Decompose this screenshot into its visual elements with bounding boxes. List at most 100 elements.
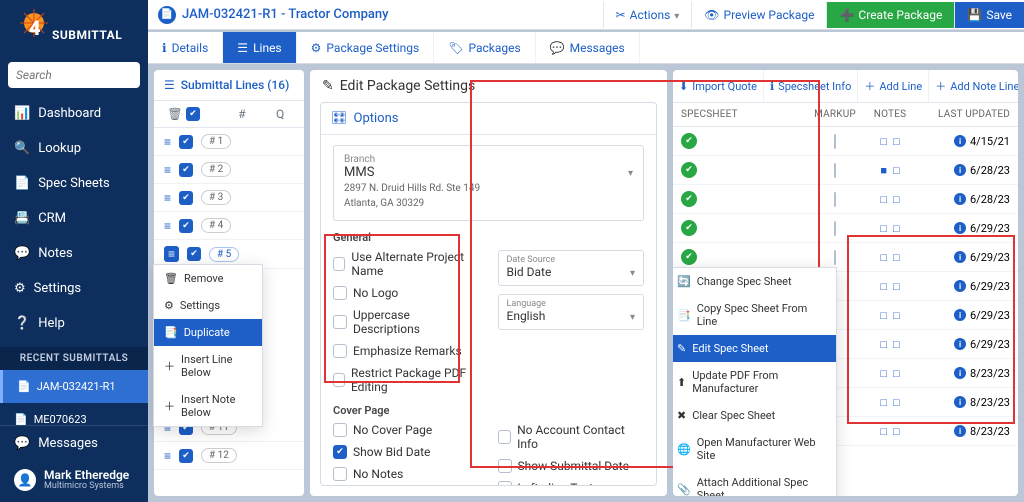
- table-row[interactable]: ✔□□i6/28/23: [673, 185, 1018, 214]
- spec-ctx-item[interactable]: 🌐Open Manufacturer Web Site: [673, 429, 836, 469]
- add-note-line-button[interactable]: ＋Add Note Line: [929, 70, 1018, 102]
- note-icon[interactable]: ■: [880, 164, 887, 177]
- tab-lines[interactable]: ☰Lines: [223, 32, 296, 63]
- spec-ctx-item[interactable]: ⬆Update PDF From Manufacturer: [673, 362, 836, 402]
- line-row[interactable]: ≡✔# 12: [154, 442, 304, 470]
- add-line-button[interactable]: ＋Add Line: [858, 70, 929, 102]
- nav-crm[interactable]: 📇CRM: [0, 201, 148, 236]
- row-checkbox[interactable]: ✔: [179, 135, 193, 149]
- info-icon[interactable]: i: [954, 135, 966, 147]
- ctx-duplicate[interactable]: 📑Duplicate: [154, 319, 262, 346]
- note-icon[interactable]: □: [880, 338, 887, 351]
- nav-messages[interactable]: 💬Messages: [0, 426, 148, 461]
- nav-dashboard[interactable]: 📊Dashboard: [0, 96, 148, 131]
- markup-checkbox[interactable]: [834, 250, 836, 265]
- info-icon[interactable]: i: [954, 425, 966, 437]
- note-icon[interactable]: □: [893, 280, 900, 293]
- select-all-checkbox[interactable]: ✔: [186, 107, 200, 121]
- tab-messages[interactable]: 💬Messages: [536, 32, 640, 63]
- row-checkbox[interactable]: ✔: [187, 247, 201, 261]
- note-icon[interactable]: □: [880, 222, 887, 235]
- note-icon[interactable]: □: [893, 135, 900, 148]
- note-icon[interactable]: □: [880, 425, 887, 438]
- nav-specsheets[interactable]: 📄Spec Sheets: [0, 166, 148, 201]
- tab-details[interactable]: ℹDetails: [148, 32, 223, 63]
- info-icon[interactable]: i: [954, 309, 966, 321]
- spec-ctx-item[interactable]: 🔄Change Spec Sheet: [673, 268, 836, 295]
- line-row[interactable]: ≡✔# 3: [154, 184, 304, 212]
- note-icon[interactable]: □: [893, 222, 900, 235]
- opt-show-bid-date[interactable]: ✔Show Bid Date: [333, 445, 480, 459]
- ctx-insert-line[interactable]: ＋Insert Line Below: [154, 346, 262, 386]
- table-row[interactable]: ✔□□i6/29/23: [673, 214, 1018, 243]
- row-checkbox[interactable]: ✔: [179, 219, 193, 233]
- markup-checkbox[interactable]: [834, 192, 836, 207]
- note-icon[interactable]: □: [893, 164, 900, 177]
- info-icon[interactable]: i: [954, 396, 966, 408]
- drag-icon[interactable]: ≡: [164, 135, 171, 149]
- import-quote-button[interactable]: ⬇Import Quote: [673, 70, 764, 102]
- trash-icon[interactable]: 🗑: [164, 107, 186, 121]
- markup-checkbox[interactable]: [834, 221, 836, 236]
- ctx-settings[interactable]: ⚙Settings: [154, 292, 262, 319]
- drag-icon[interactable]: ≡: [164, 449, 171, 463]
- opt-alt-project-name[interactable]: Use Alternate Project Name: [333, 250, 480, 278]
- row-checkbox[interactable]: ✔: [179, 449, 193, 463]
- note-icon[interactable]: □: [893, 367, 900, 380]
- opt-emphasize-remarks[interactable]: Emphasize Remarks: [333, 344, 480, 358]
- opt-left-align[interactable]: Left-align Text: [498, 481, 645, 486]
- opt-no-logo[interactable]: No Logo: [333, 286, 480, 300]
- search-input[interactable]: [8, 62, 140, 88]
- date-source-select[interactable]: Date Source Bid Date: [498, 250, 645, 286]
- table-row[interactable]: ✔■□i6/28/23: [673, 156, 1018, 185]
- info-icon[interactable]: i: [954, 338, 966, 350]
- drag-icon[interactable]: ≡: [164, 219, 171, 233]
- opt-uppercase[interactable]: Uppercase Descriptions: [333, 308, 480, 336]
- note-icon[interactable]: □: [880, 251, 887, 264]
- nav-settings[interactable]: ⚙Settings: [0, 271, 148, 306]
- nav-notes[interactable]: 💬Notes: [0, 236, 148, 271]
- preview-button[interactable]: 👁Preview Package: [691, 2, 826, 28]
- spec-ctx-item[interactable]: ✎Edit Spec Sheet: [673, 335, 836, 362]
- actions-dropdown[interactable]: ✂Actions: [603, 2, 692, 28]
- info-icon[interactable]: i: [954, 193, 966, 205]
- table-row[interactable]: ✔□□i4/15/21: [673, 127, 1018, 156]
- note-icon[interactable]: □: [880, 367, 887, 380]
- line-row-active[interactable]: ≡ ✔ # 5 🗑Remove ⚙Settings 📑Duplicate ＋In…: [154, 240, 304, 269]
- line-row[interactable]: ≡✔# 2: [154, 156, 304, 184]
- specsheet-info-button[interactable]: ℹSpecsheet Info: [764, 70, 858, 102]
- note-icon[interactable]: □: [880, 135, 887, 148]
- drag-icon[interactable]: ≡: [164, 191, 171, 205]
- note-icon[interactable]: □: [893, 251, 900, 264]
- note-icon[interactable]: □: [893, 338, 900, 351]
- spec-ctx-item[interactable]: ✖Clear Spec Sheet: [673, 402, 836, 429]
- spec-ctx-item[interactable]: 📑Copy Spec Sheet From Line: [673, 295, 836, 335]
- row-checkbox[interactable]: ✔: [179, 191, 193, 205]
- info-icon[interactable]: i: [954, 164, 966, 176]
- line-row[interactable]: ≡✔# 1: [154, 128, 304, 156]
- tab-packages[interactable]: 🏷Packages: [434, 32, 535, 63]
- tab-package-settings[interactable]: ⚙Package Settings: [297, 32, 435, 63]
- opt-no-contact-info[interactable]: No Account Contact Info: [498, 423, 645, 451]
- markup-checkbox[interactable]: [834, 163, 836, 178]
- note-icon[interactable]: □: [893, 309, 900, 322]
- note-icon[interactable]: □: [880, 193, 887, 206]
- opt-no-notes[interactable]: No Notes: [333, 467, 480, 481]
- nav-lookup[interactable]: 🔍Lookup: [0, 131, 148, 166]
- opt-restrict-pdf[interactable]: Restrict Package PDF Editing: [333, 366, 480, 394]
- opt-no-cover[interactable]: No Cover Page: [333, 423, 480, 437]
- spec-ctx-item[interactable]: 📎Attach Additional Spec Sheet: [673, 469, 836, 496]
- ctx-insert-note[interactable]: ＋Insert Note Below: [154, 386, 262, 426]
- branch-select[interactable]: Branch MMS 2897 N. Druid Hills Rd. Ste 1…: [333, 145, 644, 221]
- recent-item-1[interactable]: 📄ME070623: [0, 403, 148, 425]
- language-select[interactable]: Language English: [498, 294, 645, 330]
- table-row[interactable]: ✔□□i6/29/23🔄Change Spec Sheet📑Copy Spec …: [673, 243, 1018, 272]
- save-button[interactable]: 💾Save: [954, 2, 1024, 28]
- line-row[interactable]: ≡✔# 4: [154, 212, 304, 240]
- note-icon[interactable]: □: [880, 396, 887, 409]
- note-icon[interactable]: □: [893, 425, 900, 438]
- info-icon[interactable]: i: [954, 222, 966, 234]
- note-icon[interactable]: □: [893, 193, 900, 206]
- note-icon[interactable]: □: [880, 280, 887, 293]
- drag-icon[interactable]: ≡: [164, 246, 179, 262]
